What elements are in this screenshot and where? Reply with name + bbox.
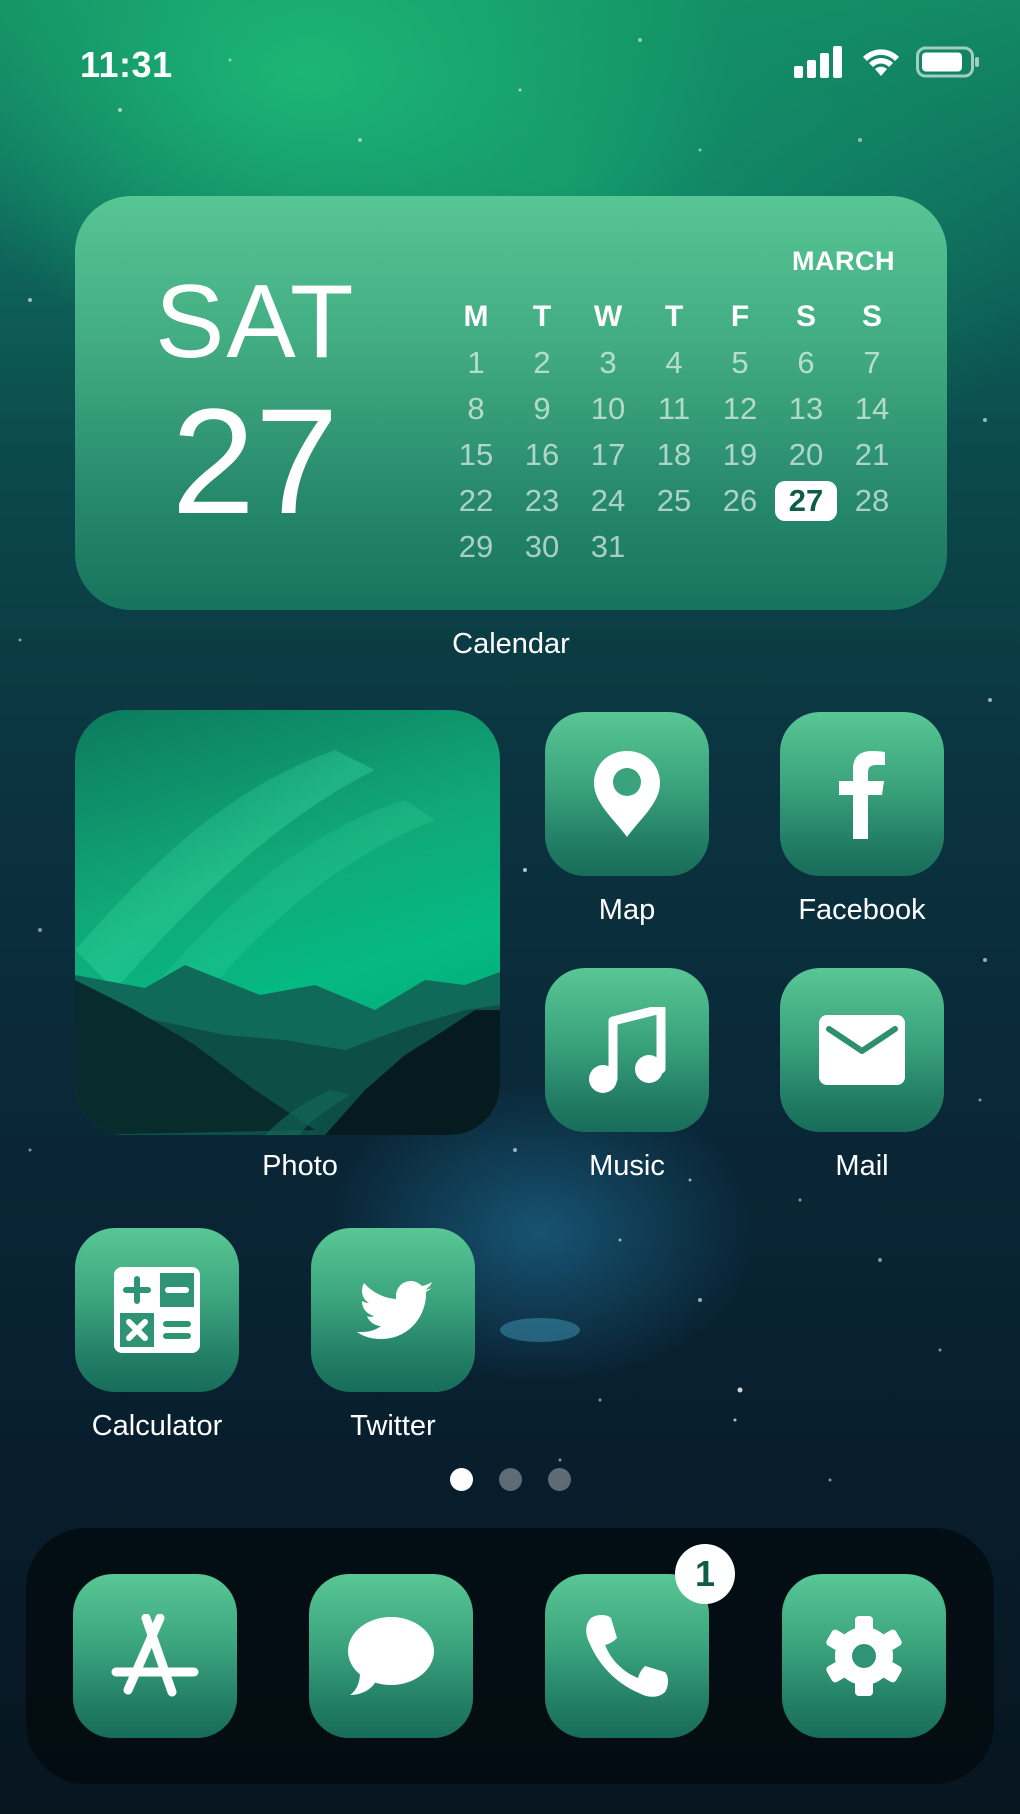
calendar-day-today: 27 xyxy=(773,478,839,524)
page-indicator[interactable] xyxy=(0,1468,1020,1491)
mail-envelope-icon xyxy=(819,1015,905,1085)
dock-messages[interactable] xyxy=(309,1574,473,1738)
music-note-icon xyxy=(589,1007,666,1093)
page-dot[interactable] xyxy=(547,1468,571,1491)
calendar-day: 29 xyxy=(458,529,494,564)
twitter-bird-icon xyxy=(357,1281,434,1339)
calendar-day: 9 xyxy=(533,391,551,426)
facebook-icon xyxy=(839,751,885,839)
weekday-header: F xyxy=(730,300,750,333)
calendar-widget[interactable]: SAT 27 MARCH M T W T F S S 1 2 3 4 5 6 7… xyxy=(75,196,947,610)
dock-messages-tile[interactable] xyxy=(309,1574,473,1738)
battery-icon xyxy=(916,46,979,78)
message-bubble-icon xyxy=(348,1617,434,1695)
calendar-day: 5 xyxy=(731,345,749,380)
calendar-month: MARCH xyxy=(792,246,895,276)
calendar-day: 1 xyxy=(467,345,485,380)
page-dot-active[interactable] xyxy=(449,1468,473,1491)
app-music-tile[interactable] xyxy=(545,968,709,1132)
calculator-icon xyxy=(114,1267,200,1353)
calendar-day: 12 xyxy=(722,391,758,426)
weekday-header: M xyxy=(463,300,489,333)
calendar-day: 8 xyxy=(467,391,485,426)
calendar-day: 6 xyxy=(797,345,815,380)
app-label: Twitter xyxy=(350,1410,436,1442)
calendar-day: 3 xyxy=(599,345,617,380)
calendar-date: 27 xyxy=(171,377,339,545)
page-dot[interactable] xyxy=(498,1468,522,1491)
app-label: Map xyxy=(598,894,656,926)
calendar-day: 16 xyxy=(524,437,560,472)
app-label: Mail xyxy=(835,1150,889,1182)
today-highlight: 27 xyxy=(775,481,837,521)
calendar-day: 23 xyxy=(524,483,560,518)
app-store-icon xyxy=(111,1614,199,1697)
calendar-day: 30 xyxy=(524,529,560,564)
app-calculator-tile[interactable] xyxy=(75,1228,239,1392)
calendar-day: 15 xyxy=(458,437,494,472)
phone-icon xyxy=(586,1615,668,1697)
calendar-day: 26 xyxy=(722,483,758,518)
calendar-day: 24 xyxy=(590,483,626,518)
weekday-header: S xyxy=(861,300,882,333)
calendar-day: 25 xyxy=(656,483,692,518)
app-facebook[interactable]: Facebook xyxy=(780,712,944,926)
calendar-day: 10 xyxy=(590,391,626,426)
gear-icon xyxy=(826,1616,902,1696)
app-mail[interactable]: Mail xyxy=(780,968,944,1182)
weekday-header: S xyxy=(795,300,816,333)
aurora-photo xyxy=(75,710,500,1135)
app-map-tile[interactable] xyxy=(545,712,709,876)
status-time: 11:31 xyxy=(80,44,173,85)
calendar-day: 17 xyxy=(590,437,626,472)
calendar-day: 14 xyxy=(854,391,890,426)
calendar-day-of-week: SAT xyxy=(155,264,356,380)
notification-badge: 1 xyxy=(675,1544,735,1604)
dock-phone-tile[interactable]: 1 xyxy=(545,1544,735,1738)
weekday-header: W xyxy=(593,300,623,333)
app-twitter[interactable]: Twitter xyxy=(311,1228,475,1442)
app-mail-tile[interactable] xyxy=(780,968,944,1132)
photo-widget[interactable] xyxy=(75,710,500,1135)
app-calculator[interactable]: Calculator xyxy=(75,1228,239,1442)
wifi-icon xyxy=(863,49,899,76)
app-map[interactable]: Map xyxy=(545,712,709,926)
dock-settings-tile[interactable] xyxy=(782,1574,946,1738)
calendar-widget-label: Calendar xyxy=(452,628,570,660)
app-label: Music xyxy=(589,1150,665,1182)
status-icons xyxy=(794,46,980,78)
app-label: Facebook xyxy=(798,894,926,926)
app-music[interactable]: Music xyxy=(545,968,709,1182)
dock-app-store-tile[interactable] xyxy=(73,1574,237,1738)
calendar-day: 19 xyxy=(722,437,758,472)
calendar-day: 7 xyxy=(863,345,881,380)
map-pin-icon xyxy=(594,751,660,837)
calendar-day: 13 xyxy=(788,391,824,426)
calendar-day: 11 xyxy=(657,391,691,426)
calendar-day: 22 xyxy=(458,483,494,518)
calendar-day: 21 xyxy=(854,437,890,472)
cellular-signal-icon xyxy=(794,46,842,78)
photo-widget-label: Photo xyxy=(262,1150,338,1182)
calendar-day: 18 xyxy=(656,437,692,472)
weekday-header: T xyxy=(532,300,552,333)
calendar-month-grid: M T W T F S S 1 2 3 4 5 6 7 8 9 10 11 12… xyxy=(443,294,905,570)
dock-app-store[interactable] xyxy=(73,1574,237,1738)
calendar-day: 28 xyxy=(854,483,890,518)
weekday-header: T xyxy=(664,300,684,333)
dock-phone[interactable]: 1 xyxy=(545,1544,735,1738)
calendar-day: 4 xyxy=(665,345,683,380)
calendar-day: 31 xyxy=(590,529,626,564)
app-label: Calculator xyxy=(91,1410,223,1442)
app-twitter-tile[interactable] xyxy=(311,1228,475,1392)
app-facebook-tile[interactable] xyxy=(780,712,944,876)
calendar-day: 2 xyxy=(533,345,551,380)
calendar-day: 20 xyxy=(788,437,824,472)
dock-settings[interactable] xyxy=(782,1574,946,1738)
